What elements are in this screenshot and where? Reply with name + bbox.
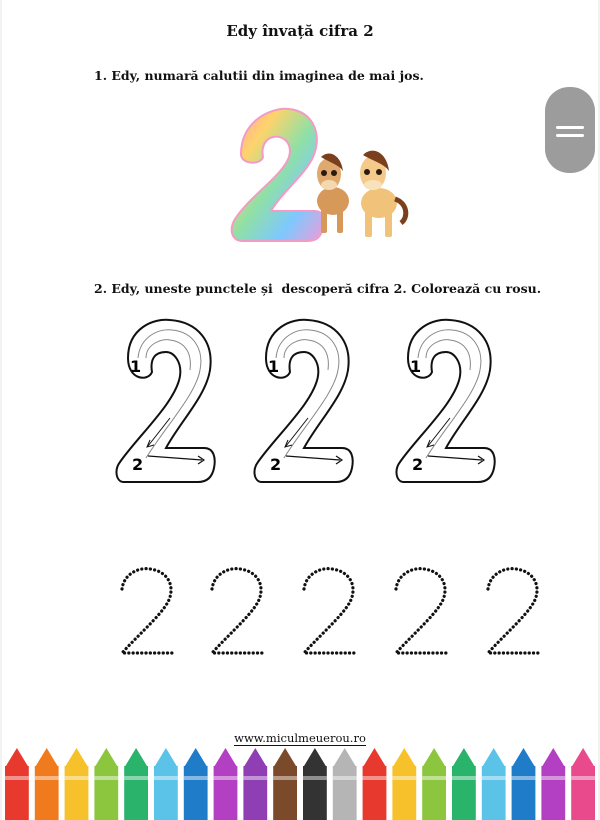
- task-1-instruction: 1. Edy, numară calutii din imaginea de m…: [94, 68, 424, 83]
- crayon: [511, 748, 536, 820]
- horses-illustration: [211, 99, 418, 254]
- start-label: 1: [268, 357, 279, 376]
- crayon: [213, 748, 238, 820]
- crayon: [94, 748, 119, 820]
- tracing-digit-2[interactable]: 1 2: [390, 318, 500, 494]
- tracing-digit-2[interactable]: 1 2: [248, 318, 358, 494]
- crayon: [332, 748, 357, 820]
- crayon: [422, 748, 446, 820]
- footer-website-link[interactable]: www.miculmeuerou.ro: [2, 731, 598, 746]
- page-title: Edy învață cifra 2: [226, 22, 374, 40]
- crayon: [64, 748, 89, 820]
- end-label: 2: [132, 455, 143, 474]
- crayon: [273, 748, 297, 820]
- dotted-digit-2[interactable]: [478, 565, 548, 660]
- footer-url-text[interactable]: www.miculmeuerou.ro: [234, 731, 366, 746]
- task-2-instruction: 2. Edy, uneste punctele și descoperă cif…: [94, 281, 542, 296]
- dotted-digit-2[interactable]: [202, 565, 272, 660]
- crayon: [392, 748, 417, 820]
- dotted-digit-2[interactable]: [294, 565, 364, 660]
- tracing-digit-2[interactable]: 1 2: [110, 318, 220, 494]
- start-label: 1: [130, 357, 141, 376]
- crayon: [243, 748, 268, 820]
- menu-button[interactable]: [545, 87, 595, 173]
- crayon: [34, 748, 59, 820]
- crayon-border: [2, 746, 598, 820]
- end-label: 2: [412, 455, 423, 474]
- crayon: [303, 748, 327, 820]
- crayon: [362, 748, 387, 820]
- crayon: [124, 748, 148, 820]
- crayon: [541, 748, 566, 820]
- crayon: [154, 748, 178, 820]
- crayon: [481, 748, 506, 820]
- menu-icon: [556, 126, 584, 129]
- digit-and-horses-picture: [211, 99, 418, 254]
- end-label: 2: [270, 455, 281, 474]
- dotted-digit-2[interactable]: [386, 565, 456, 660]
- worksheet-page: Edy învață cifra 2 1. Edy, numară caluti…: [2, 0, 598, 820]
- dotted-digit-2[interactable]: [112, 565, 182, 660]
- crayon: [183, 748, 208, 820]
- crayon: [5, 748, 29, 820]
- crayon: [571, 748, 595, 820]
- start-label: 1: [410, 357, 421, 376]
- crayon: [452, 748, 476, 820]
